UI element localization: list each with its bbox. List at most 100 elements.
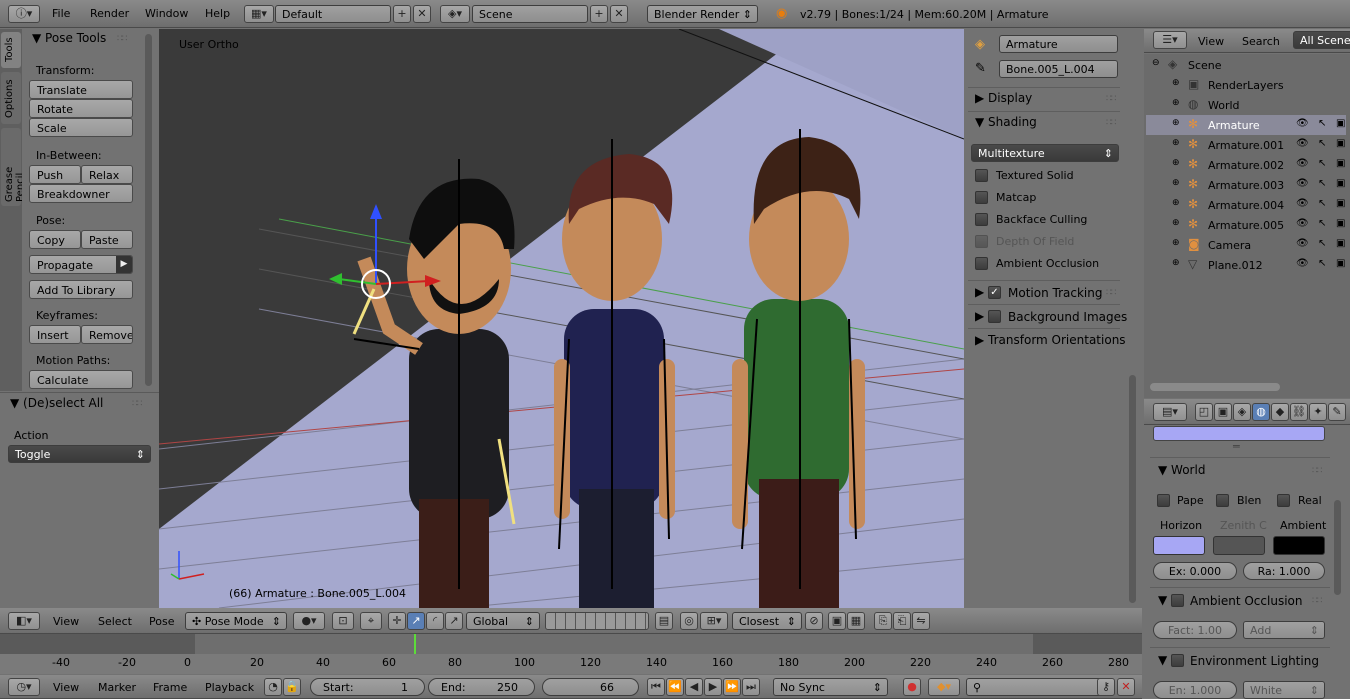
- menu-window[interactable]: Window: [145, 7, 188, 20]
- env-lighting-checkbox[interactable]: [1171, 654, 1184, 667]
- snap-align-icon[interactable]: ⊘: [805, 612, 823, 630]
- drag-handle-icon[interactable]: ∷∷: [117, 34, 128, 44]
- resize-handle-icon[interactable]: ═: [1233, 440, 1240, 453]
- outliner-row[interactable]: ⊕ ▣ RenderLayers: [1146, 75, 1346, 95]
- view3d-menu-view[interactable]: View: [53, 615, 79, 628]
- outliner-row[interactable]: ⊕ ✻ Armature.002 👁 ↖ ▣: [1146, 155, 1346, 175]
- world-props-scrollbar[interactable]: [1334, 500, 1341, 595]
- bone-name-field[interactable]: Bone.005_L.004: [999, 60, 1118, 78]
- ao-checkbox[interactable]: [1171, 594, 1184, 607]
- cursor-select-icon[interactable]: ↖: [1318, 138, 1326, 149]
- view3d-menu-select[interactable]: Select: [98, 615, 132, 628]
- world-panel-header[interactable]: ▼ World: [1158, 463, 1205, 477]
- paste-button[interactable]: Paste: [81, 230, 133, 249]
- render-camera-icon[interactable]: ▣: [1336, 158, 1345, 169]
- eye-icon[interactable]: 👁: [1296, 138, 1309, 149]
- outliner-row[interactable]: ⊕ ✻ Armature 👁 ↖ ▣: [1146, 115, 1346, 135]
- shading-panel-header[interactable]: ▼ Shading: [975, 115, 1037, 129]
- eye-icon[interactable]: 👁: [1296, 118, 1309, 129]
- outliner-menu-view[interactable]: View: [1198, 35, 1224, 48]
- expand-icon[interactable]: ⊕: [1172, 238, 1180, 248]
- cursor-select-icon[interactable]: ↖: [1318, 178, 1326, 189]
- horizon-color-swatch[interactable]: [1153, 536, 1205, 555]
- cursor-select-icon[interactable]: ↖: [1318, 158, 1326, 169]
- eye-icon[interactable]: 👁: [1296, 258, 1309, 269]
- calculate-button[interactable]: Calculate: [29, 370, 133, 389]
- background-images-panel-header[interactable]: ▶: [975, 309, 984, 323]
- background-images-checkbox[interactable]: [988, 310, 1001, 323]
- menu-render[interactable]: Render: [90, 7, 129, 20]
- drag-handle-icon[interactable]: ∷∷: [132, 399, 143, 409]
- data-tab-icon[interactable]: ✦: [1309, 403, 1327, 421]
- expand-icon[interactable]: ⊕: [1172, 158, 1180, 168]
- remove-scene-button[interactable]: ✕: [610, 5, 628, 23]
- drag-handle-icon[interactable]: ∷∷: [1106, 94, 1117, 104]
- outliner-row[interactable]: ⊕ ◍ World: [1146, 95, 1346, 115]
- paste-pose-icon[interactable]: ⎗: [893, 612, 911, 630]
- shading-mode-select[interactable]: Multitexture ⇕: [971, 144, 1119, 162]
- orientation-select[interactable]: Global ⇕: [466, 612, 540, 630]
- blend-sky-checkbox[interactable]: [1216, 494, 1229, 507]
- drag-handle-icon[interactable]: ∷∷: [1312, 596, 1323, 606]
- lock-time-icon[interactable]: 🔒: [283, 678, 301, 696]
- editor-type-3dview-icon[interactable]: ◧▾: [8, 612, 40, 630]
- jump-start-icon[interactable]: ⏮: [647, 678, 665, 696]
- render-engine-select[interactable]: Blender Render ⇕: [647, 5, 758, 23]
- add-scene-button[interactable]: +: [590, 5, 608, 23]
- scene-field[interactable]: Scene: [472, 5, 588, 23]
- properties-scrollbar[interactable]: [1129, 375, 1136, 603]
- view3d-menu-pose[interactable]: Pose: [149, 615, 174, 628]
- scene-tab-icon[interactable]: ◈: [1233, 403, 1251, 421]
- editor-type-timeline-icon[interactable]: ◷▾: [8, 678, 40, 696]
- toolshelf-scrollbar[interactable]: [145, 34, 152, 386]
- render-camera-icon[interactable]: ▣: [1336, 198, 1345, 209]
- eye-icon[interactable]: 👁: [1296, 218, 1309, 229]
- 3d-viewport[interactable]: User Ortho (66) Armature : Bone.005_L.00…: [159, 29, 964, 608]
- render-camera-icon[interactable]: ▣: [1336, 118, 1345, 129]
- snap-element-icon[interactable]: ⊞▾: [700, 612, 728, 630]
- scale-manipulator-icon[interactable]: ◜: [426, 612, 444, 630]
- outliner-menu-search[interactable]: Search: [1242, 35, 1280, 48]
- timeline-menu-frame[interactable]: Frame: [153, 681, 187, 694]
- env-color-select[interactable]: White ⇕: [1243, 681, 1325, 699]
- translate-button[interactable]: Translate: [29, 80, 133, 99]
- start-frame-field[interactable]: Start: 1: [310, 678, 425, 696]
- tab-tools[interactable]: Tools: [1, 32, 21, 68]
- layer-buttons[interactable]: [545, 612, 649, 630]
- eye-icon[interactable]: 👁: [1296, 198, 1309, 209]
- expand-icon[interactable]: ⊕: [1172, 218, 1180, 228]
- outliner-row[interactable]: ⊕ ✻ Armature.003 👁 ↖ ▣: [1146, 175, 1346, 195]
- motion-tracking-checkbox[interactable]: ✓: [988, 286, 1001, 299]
- expand-icon[interactable]: ⊕: [1172, 78, 1180, 88]
- ao-panel-header[interactable]: ▼: [1158, 593, 1167, 607]
- bone-tab-icon[interactable]: ✎: [1328, 403, 1346, 421]
- matcap-checkbox[interactable]: [975, 191, 988, 204]
- delete-keyframe-icon[interactable]: ✕: [1117, 678, 1135, 696]
- insert-button[interactable]: Insert: [29, 325, 81, 344]
- render-animation-icon[interactable]: ▦: [847, 612, 865, 630]
- editor-type-properties-icon[interactable]: ▤▾: [1153, 403, 1187, 421]
- screen-layout-icon[interactable]: ▦▾: [244, 5, 274, 23]
- scale-handle-icon[interactable]: ↗: [445, 612, 463, 630]
- auto-keying-icon[interactable]: ●: [903, 678, 921, 696]
- render-tab-icon[interactable]: ◰: [1195, 403, 1213, 421]
- propagate-button[interactable]: Propagate ▶: [29, 255, 133, 274]
- scale-button[interactable]: Scale: [29, 118, 133, 137]
- textured-solid-checkbox[interactable]: [975, 169, 988, 182]
- ao-factor-field[interactable]: Fact: 1.00: [1153, 621, 1237, 639]
- keying-set-icon[interactable]: ◆▾: [928, 678, 960, 696]
- manipulator-toggle-icon[interactable]: ⌖: [360, 612, 382, 630]
- expand-icon[interactable]: ⊕: [1172, 198, 1180, 208]
- rotate-button[interactable]: Rotate: [29, 99, 133, 118]
- ambient-color-swatch[interactable]: [1273, 536, 1325, 555]
- cursor-select-icon[interactable]: ↖: [1318, 218, 1326, 229]
- render-camera-icon[interactable]: ▣: [1336, 238, 1345, 249]
- env-energy-field[interactable]: En: 1.000: [1153, 681, 1237, 699]
- constraints-tab-icon[interactable]: ⛓: [1290, 403, 1308, 421]
- play-arrow-icon[interactable]: ▶: [116, 256, 132, 273]
- transform-orientations-panel-header[interactable]: ▶ Transform Orientations: [975, 333, 1126, 347]
- render-preview-icon[interactable]: ▣: [828, 612, 846, 630]
- lock-layer-icon[interactable]: ▤: [655, 612, 673, 630]
- translate-manipulator-icon[interactable]: ✛: [388, 612, 406, 630]
- tab-grease-pencil[interactable]: Grease Pencil: [1, 128, 26, 206]
